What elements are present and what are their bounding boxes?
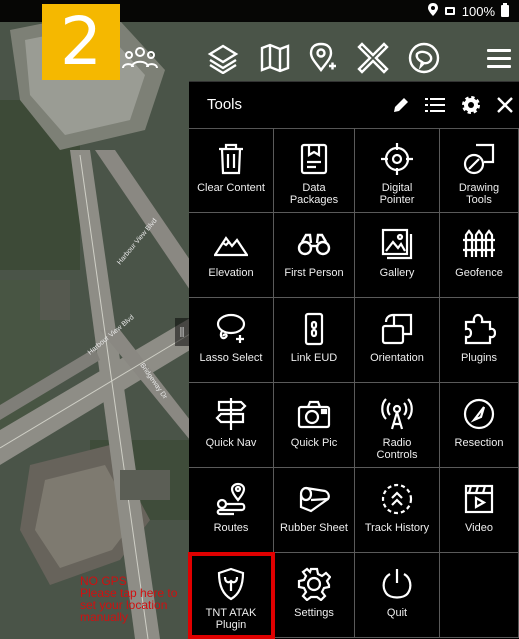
puzzle-icon <box>460 310 498 348</box>
tools-panel: Tools Clear Content Data Packages Digita… <box>188 81 519 639</box>
close-icon[interactable] <box>493 93 517 117</box>
tool-label: Routes <box>213 522 249 534</box>
gallery-icon <box>378 225 416 263</box>
step-badge: 2 <box>42 4 120 80</box>
tool-clear-content[interactable]: Clear Content <box>189 128 274 213</box>
gps-warning-link[interactable]: NO GPS Please tap here to set your locat… <box>80 575 200 623</box>
tool-track-history[interactable]: Track History <box>355 468 440 553</box>
compass-icon <box>460 395 498 433</box>
tool-label: Lasso Select <box>199 352 263 364</box>
tool-rubber-sheet[interactable]: Rubber Sheet <box>274 468 355 553</box>
settings-icon[interactable] <box>459 93 483 117</box>
tool-geofence[interactable]: Geofence <box>440 213 519 298</box>
tool-label: Drawing Tools <box>458 182 500 206</box>
tool-label: Quick Nav <box>205 437 257 449</box>
trash-icon <box>212 140 250 178</box>
map-icon[interactable] <box>255 38 295 78</box>
tools-grid: Clear Content Data Packages Digital Poin… <box>188 128 519 639</box>
tool-resection[interactable]: Resection <box>440 383 519 468</box>
tools-panel-title: Tools <box>207 96 243 113</box>
tool-quick-pic[interactable]: Quick Pic <box>274 383 355 468</box>
tool-label: Radio Controls <box>376 437 418 461</box>
tool-lasso-select[interactable]: Lasso Select <box>189 298 274 383</box>
tool-label: Elevation <box>208 267 254 279</box>
tool-quick-nav[interactable]: Quick Nav <box>189 383 274 468</box>
tool-label: TNT ATAK Plugin <box>205 607 257 631</box>
battery-icon <box>501 2 509 20</box>
tool-label: Orientation <box>370 352 424 364</box>
binoculars-icon <box>295 225 333 263</box>
power-icon <box>378 565 416 603</box>
contacts-icon[interactable] <box>120 38 160 78</box>
add-marker-icon[interactable] <box>302 38 342 78</box>
tool-drawing-tools[interactable]: Drawing Tools <box>440 128 519 213</box>
video-icon <box>460 480 498 518</box>
track-history-icon <box>378 480 416 518</box>
tool-settings[interactable]: Settings <box>274 553 355 638</box>
tool-data-packages[interactable]: Data Packages <box>274 128 355 213</box>
location-icon <box>427 3 438 19</box>
tool-label: Geofence <box>455 267 503 279</box>
list-icon[interactable] <box>423 93 447 117</box>
tool-label: Link EUD <box>290 352 338 364</box>
tool-first-person[interactable]: First Person <box>274 213 355 298</box>
tool-plugins[interactable]: Plugins <box>440 298 519 383</box>
tool-label: Data Packages <box>289 182 339 206</box>
radio-icon <box>378 395 416 433</box>
battery-level: 100% <box>461 3 495 19</box>
tool-elevation[interactable]: Elevation <box>189 213 274 298</box>
drawing-icon <box>460 140 498 178</box>
tool-radio-controls[interactable]: Radio Controls <box>355 383 440 468</box>
signal-icon <box>444 4 456 19</box>
crosshair-icon <box>378 140 416 178</box>
camera-icon <box>295 395 333 433</box>
gear-icon <box>295 565 333 603</box>
tool-quit[interactable]: Quit <box>355 553 440 638</box>
tool-digital-pointer[interactable]: Digital Pointer <box>355 128 440 213</box>
tool-routes[interactable]: Routes <box>189 468 274 553</box>
route-icon <box>212 480 250 518</box>
tool-link-eud[interactable]: Link EUD <box>274 298 355 383</box>
tool-label: Plugins <box>460 352 498 364</box>
package-icon <box>295 140 333 178</box>
lasso-icon <box>212 310 250 348</box>
tool-label: Settings <box>294 607 334 619</box>
signpost-icon <box>212 395 250 433</box>
tool-label: Resection <box>454 437 504 449</box>
fence-icon <box>460 225 498 263</box>
chat-icon[interactable] <box>404 38 444 78</box>
tool-tnt-atak-plugin[interactable]: TNT ATAK Plugin <box>188 552 275 639</box>
panel-drag-handle[interactable]: ‖ <box>175 318 189 346</box>
tnt-shield-icon <box>212 565 250 603</box>
tool-label: Track History <box>364 522 430 534</box>
tool-video[interactable]: Video <box>440 468 519 553</box>
tools-panel-header: Tools <box>189 81 519 129</box>
menu-icon[interactable] <box>479 38 519 78</box>
tool-label: Digital Pointer <box>379 182 415 206</box>
phone-icon <box>295 310 333 348</box>
tool-label: Quick Pic <box>290 437 338 449</box>
tool-gallery[interactable]: Gallery <box>355 213 440 298</box>
rubber-sheet-icon <box>295 480 333 518</box>
tool-label: Quit <box>386 607 408 619</box>
tool-label: Gallery <box>379 267 415 279</box>
tools-cross-icon[interactable] <box>353 38 393 78</box>
tool-label: Rubber Sheet <box>280 522 348 534</box>
edit-icon[interactable] <box>389 93 413 117</box>
tool-label: Video <box>465 522 493 534</box>
tool-label: Clear Content <box>197 182 265 194</box>
mountain-icon <box>212 225 250 263</box>
tool-label: First Person <box>284 267 344 279</box>
tool-empty-slot <box>440 553 519 638</box>
orientation-icon <box>378 310 416 348</box>
tool-orientation[interactable]: Orientation <box>355 298 440 383</box>
layers-icon[interactable] <box>203 38 243 78</box>
